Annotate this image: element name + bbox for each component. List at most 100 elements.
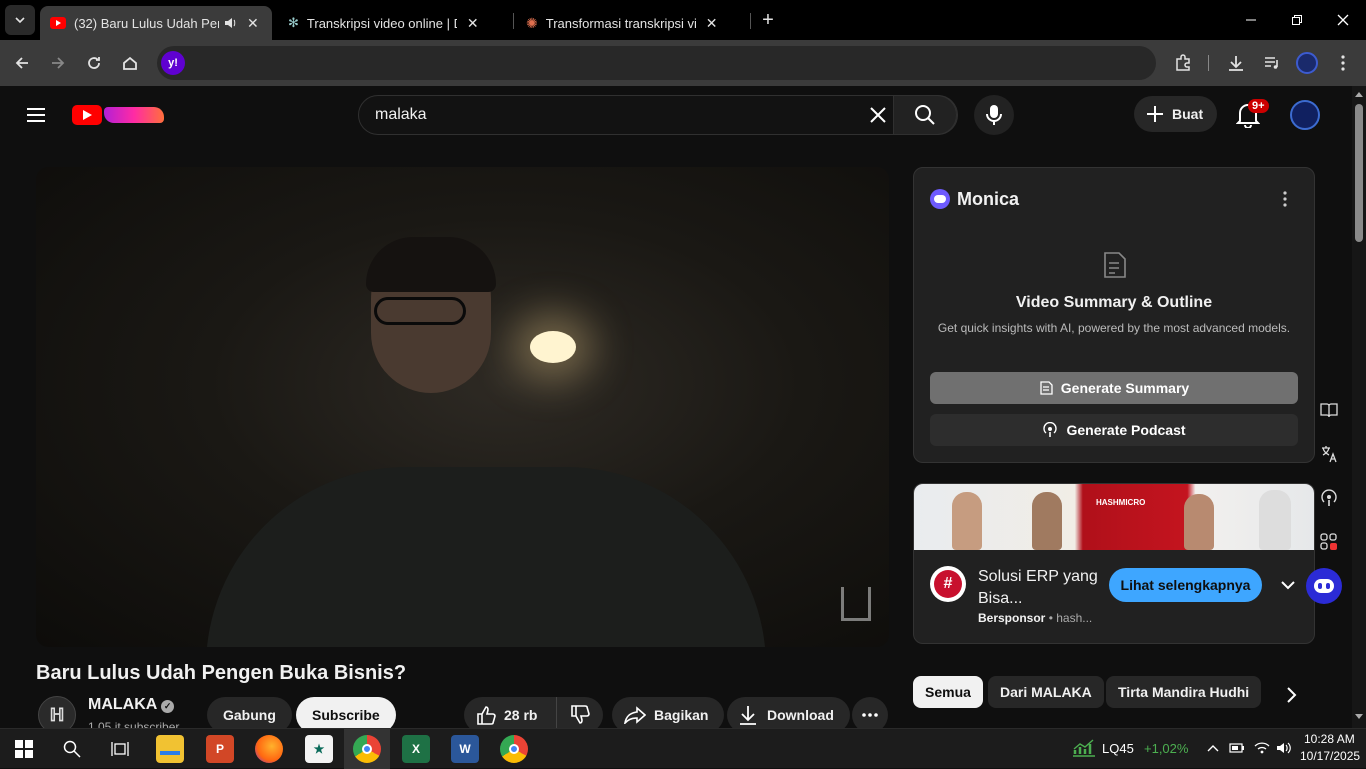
chrome-profile-icon[interactable] (500, 735, 528, 763)
document-icon (1104, 252, 1126, 278)
home-button[interactable] (115, 48, 145, 78)
book-icon (1320, 403, 1338, 418)
podcast-side-button[interactable] (1318, 487, 1340, 509)
generate-podcast-button[interactable]: Generate Podcast (930, 414, 1298, 446)
hamburger-icon (27, 108, 45, 122)
monica-title: Monica (957, 189, 1020, 209)
close-tab-icon[interactable]: ✕ (247, 15, 259, 32)
volume-icon[interactable] (1276, 741, 1292, 755)
clock-date[interactable]: 10/17/2025 (1300, 749, 1360, 763)
speaker-icon[interactable] (223, 16, 237, 30)
scroll-up-arrow-icon[interactable] (1355, 92, 1363, 97)
search-button[interactable] (893, 95, 957, 135)
stock-change[interactable]: +1,02% (1144, 741, 1188, 756)
advertiser-logo-icon[interactable]: # (930, 566, 966, 602)
ad-banner-image[interactable]: HASHMICRO (914, 484, 1314, 550)
show-hidden-icons-icon[interactable] (1207, 744, 1219, 752)
reading-mode-button[interactable] (1318, 399, 1340, 421)
podcast-icon (1321, 489, 1337, 506)
youtube-favicon-icon (50, 17, 66, 29)
windows-icon (15, 740, 33, 758)
video-title: Baru Lulus Udah Pengen Buka Bisnis? (36, 662, 407, 684)
minimize-button[interactable] (1236, 5, 1266, 35)
video-player[interactable] (36, 167, 889, 647)
document-icon (1040, 381, 1053, 395)
translate-button[interactable] (1318, 443, 1340, 465)
sponsored-ad[interactable]: HASHMICRO # Solusi ERP yang Bisa... Bers… (913, 483, 1315, 644)
avatar[interactable] (1290, 100, 1320, 130)
scrollbar-thumb[interactable] (1355, 104, 1363, 242)
stock-name[interactable]: LQ45 (1102, 741, 1134, 756)
battery-icon[interactable] (1229, 742, 1245, 754)
create-label: Buat (1172, 106, 1204, 122)
person-2 (1032, 492, 1062, 550)
wifi-icon[interactable] (1254, 741, 1270, 755)
close-window-button[interactable] (1328, 5, 1358, 35)
downloads-button[interactable] (1221, 48, 1251, 78)
forward-button[interactable] (43, 48, 73, 78)
word-icon[interactable]: W (451, 735, 479, 763)
tab-search-button[interactable] (5, 5, 35, 35)
restore-button[interactable] (1282, 5, 1312, 35)
person-4 (1259, 490, 1291, 550)
page-scrollbar[interactable] (1352, 86, 1366, 728)
chip-from-channel[interactable]: Dari MALAKA (988, 676, 1104, 708)
create-button[interactable]: Buat (1134, 96, 1218, 132)
apps-side-button[interactable] (1318, 531, 1340, 553)
generate-summary-button[interactable]: Generate Summary (930, 372, 1298, 404)
back-button[interactable] (7, 48, 37, 78)
excel-icon[interactable]: X (402, 735, 430, 763)
voice-search-button[interactable] (974, 95, 1014, 135)
address-bar[interactable]: y! (157, 46, 1156, 80)
reload-icon (88, 57, 100, 69)
search-icon (915, 105, 935, 125)
file-explorer-icon[interactable] (156, 735, 184, 763)
start-button[interactable] (10, 735, 38, 763)
youtube-play-icon (72, 105, 102, 125)
claude-favicon-icon: ✺ (526, 14, 538, 31)
clear-search-icon[interactable] (869, 106, 887, 129)
search-box[interactable]: malaka (358, 95, 958, 135)
new-tab-button[interactable]: + (753, 5, 783, 35)
scroll-down-arrow-icon[interactable] (1355, 714, 1363, 719)
notifications-button[interactable]: 9+ (1234, 99, 1269, 128)
tab-transformasi[interactable]: ✺ Transformasi transkripsi video ✕ (516, 6, 748, 40)
channel-name[interactable]: MALAKA ✓ (88, 696, 175, 714)
chevron-right-icon[interactable] (1286, 687, 1298, 703)
task-view-icon (111, 742, 129, 756)
ad-title[interactable]: Solusi ERP yang Bisa... (978, 566, 1106, 610)
profile-button[interactable] (1292, 48, 1322, 78)
chrome-icon[interactable] (353, 735, 381, 763)
chip-all[interactable]: Semua (913, 676, 983, 708)
browser-menu-button[interactable] (1328, 48, 1358, 78)
close-tab-icon[interactable]: ✕ (467, 15, 479, 32)
taskbar-search-button[interactable] (58, 735, 86, 763)
person-3 (1184, 494, 1214, 550)
thumbs-up-icon (477, 706, 496, 725)
ad-brand-text: HASHMICRO (1096, 498, 1146, 507)
tab-transkripsi[interactable]: ✻ Transkripsi video online | Desgr ✕ (278, 6, 510, 40)
firefox-icon[interactable] (255, 735, 283, 763)
media-control-button[interactable] (1257, 48, 1287, 78)
ad-cta-button[interactable]: Lihat selengkapnya (1109, 568, 1262, 602)
chevron-down-icon[interactable] (1281, 580, 1295, 590)
chip-related[interactable]: Tirta Mandira Hudhi (1106, 676, 1262, 708)
powerpoint-icon[interactable]: P (206, 735, 234, 763)
star-app-icon[interactable]: ★ (305, 735, 333, 763)
search-input[interactable]: malaka (375, 106, 427, 124)
monica-logo-icon (1314, 579, 1334, 593)
reload-button[interactable] (79, 48, 109, 78)
stock-chart-icon[interactable] (1072, 738, 1096, 758)
arrow-left-icon (15, 57, 28, 69)
extensions-button[interactable] (1168, 48, 1198, 78)
more-vertical-icon[interactable] (1283, 191, 1287, 207)
close-tab-icon[interactable]: ✕ (706, 15, 718, 32)
glasses (374, 297, 466, 325)
guide-menu-button[interactable] (21, 100, 51, 130)
arrow-right-icon (52, 57, 65, 69)
tab-youtube[interactable]: (32) Baru Lulus Udah Pengen Buka Bisnis?… (40, 6, 272, 40)
monica-float-button[interactable] (1306, 568, 1342, 604)
clock-time[interactable]: 10:28 AM (1304, 732, 1355, 746)
task-view-button[interactable] (106, 735, 134, 763)
youtube-logo[interactable] (72, 103, 166, 127)
